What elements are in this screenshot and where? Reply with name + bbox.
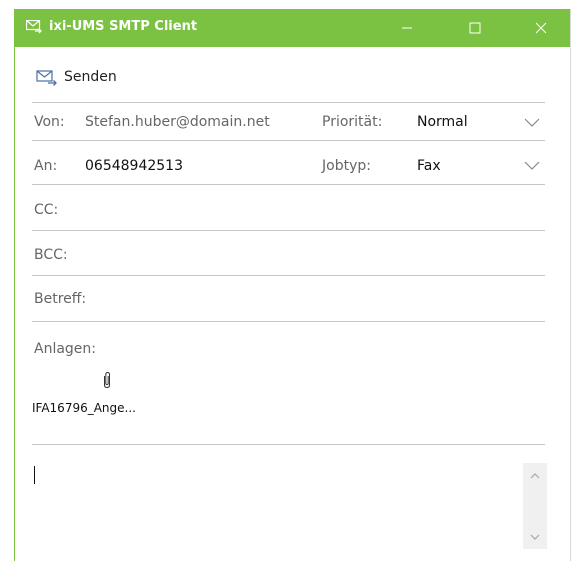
close-button[interactable] [518,9,564,47]
close-icon [535,22,547,34]
send-label: Senden [64,69,117,85]
subject-label: Betreff: [34,291,87,307]
bcc-label: BCC: [34,247,68,263]
from-row-separator [32,140,545,141]
scroll-up-button[interactable] [523,467,547,484]
attachments-separator [32,444,545,445]
attachment-name: IFA16796_Ange... [32,401,136,415]
cc-label: CC: [34,202,59,218]
vertical-scrollbar[interactable] [523,463,547,549]
window-title: ixi-UMS SMTP Client [49,19,198,34]
bcc-row-separator [32,275,545,276]
from-label: Von: [34,114,65,130]
attachments-label: Anlagen: [34,341,97,357]
mail-icon [26,20,42,34]
chevron-up-icon [530,472,540,478]
subject-field[interactable] [95,285,543,315]
bcc-field[interactable] [85,241,543,271]
from-row [32,102,545,103]
priority-chevron-down-icon[interactable] [524,118,540,128]
attachment-item[interactable]: IFA16796_Ange... [32,366,182,418]
maximize-button[interactable] [452,9,498,47]
scroll-down-button[interactable] [523,528,547,545]
send-button[interactable]: Senden [36,64,117,90]
cc-row-separator [32,230,545,231]
jobtype-select[interactable]: Fax [417,158,441,174]
paperclip-icon [104,371,110,389]
title-bar[interactable]: ixi-UMS SMTP Client [15,9,570,47]
maximize-icon [469,22,481,34]
cc-field[interactable] [85,196,543,226]
jobtype-chevron-down-icon[interactable] [524,161,540,171]
jobtype-label: Jobtyp: [322,158,371,174]
to-row-separator [32,184,545,185]
to-field[interactable]: 06548942513 [85,158,183,174]
to-label: An: [34,158,58,174]
priority-label: Priorität: [322,114,383,130]
from-field[interactable]: Stefan.huber@domain.net [85,114,270,130]
priority-select[interactable]: Normal [417,114,468,130]
subject-row-separator [32,321,545,322]
envelope-send-icon [36,70,57,86]
minimize-icon [402,27,412,29]
text-caret [34,466,35,484]
minimize-button[interactable] [384,9,430,47]
message-body-editor[interactable] [32,454,522,552]
chevron-down-icon [530,534,540,540]
